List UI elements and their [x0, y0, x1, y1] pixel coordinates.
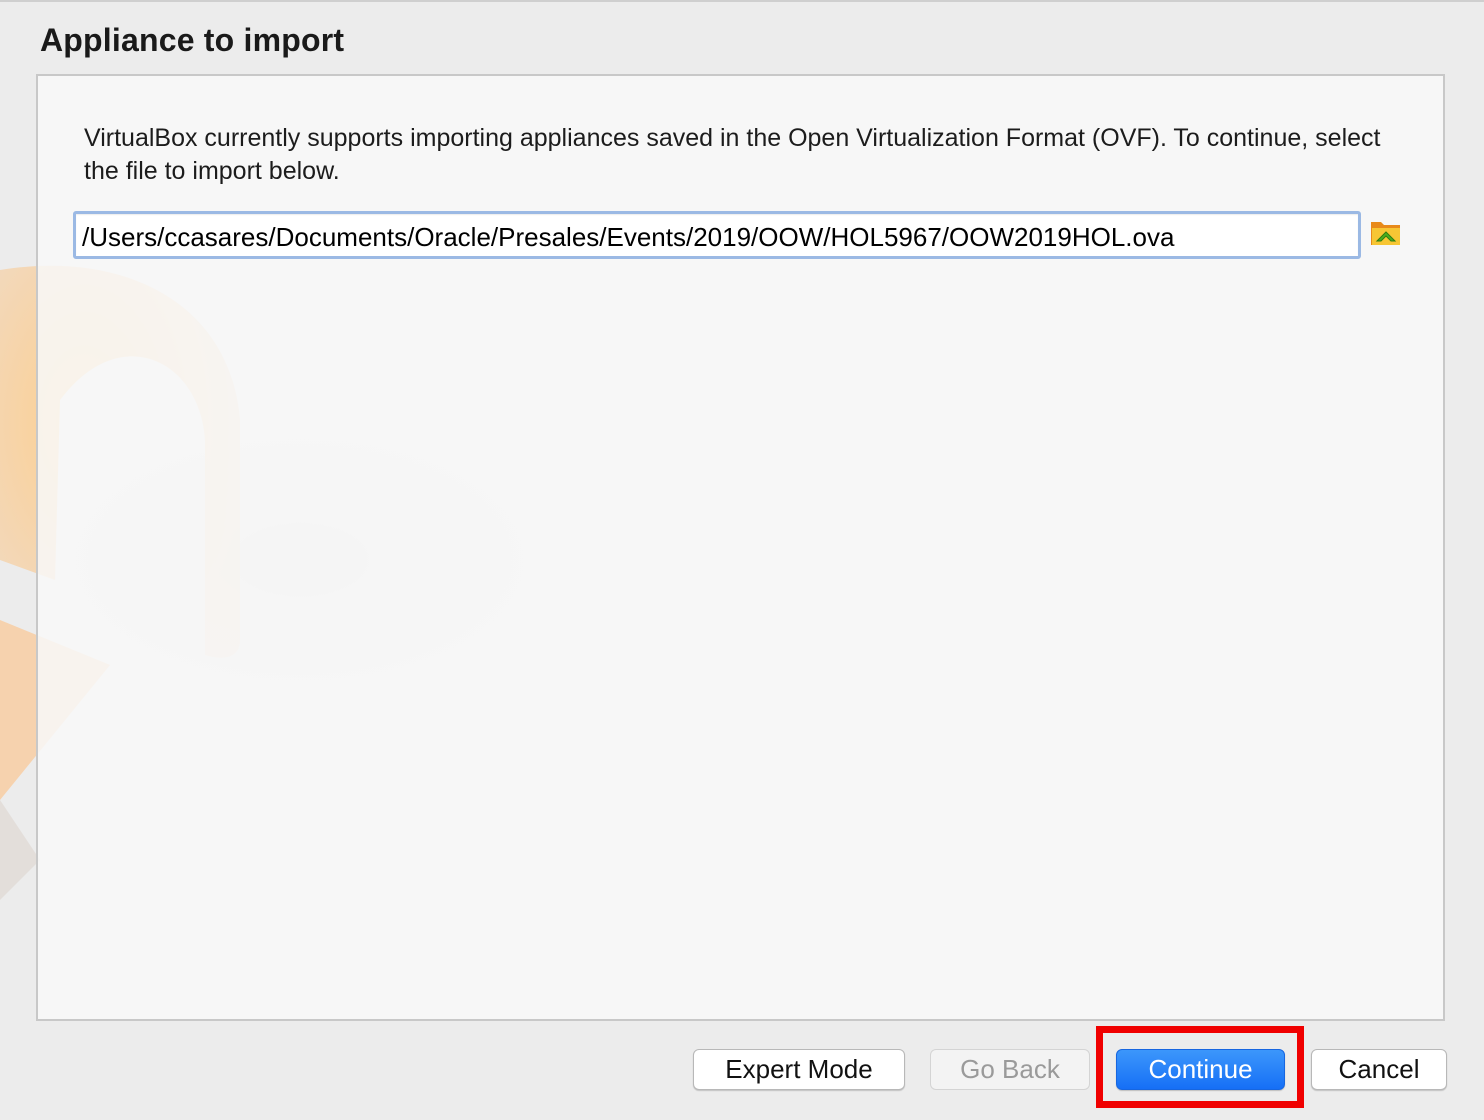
file-path-input[interactable] — [73, 211, 1361, 259]
description-text: VirtualBox currently supports importing … — [84, 124, 1381, 185]
page-title: Appliance to import — [40, 22, 345, 58]
continue-button[interactable]: Continue — [1116, 1049, 1285, 1090]
folder-open-icon — [1371, 222, 1400, 245]
browse-file-button[interactable] — [1366, 214, 1406, 254]
window-top-border — [0, 0, 1484, 2]
expert-mode-button[interactable]: Expert Mode — [693, 1049, 905, 1090]
go-back-button[interactable]: Go Back — [930, 1049, 1090, 1090]
cancel-button[interactable]: Cancel — [1311, 1049, 1447, 1090]
